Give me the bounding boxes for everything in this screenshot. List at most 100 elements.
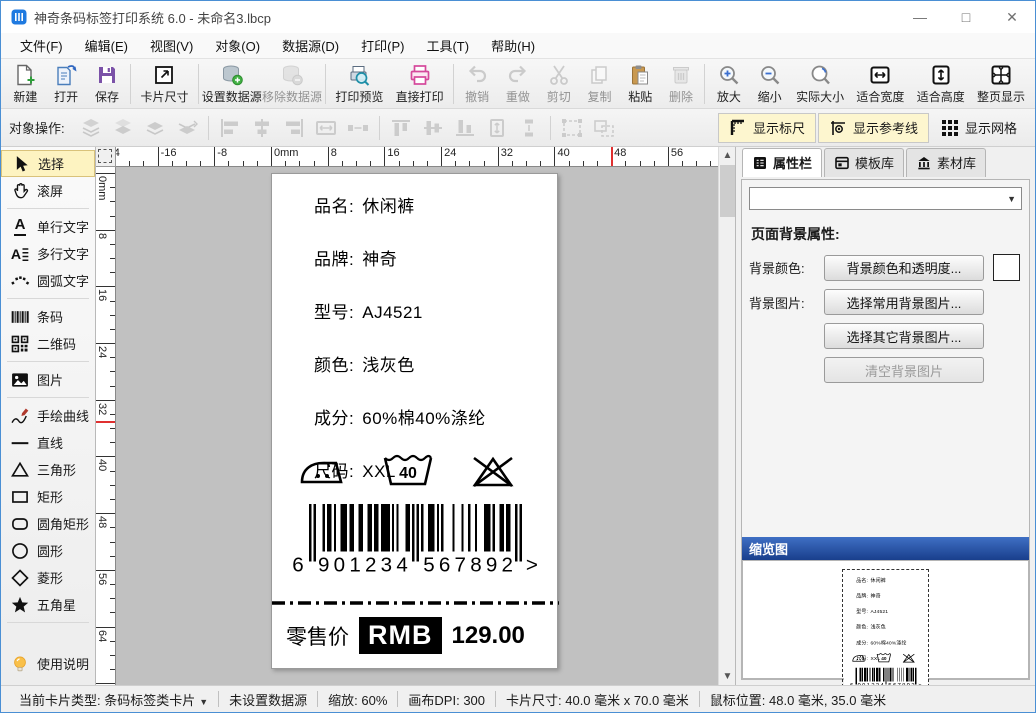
help-button[interactable]: 使用说明 <box>1 650 95 677</box>
scroll-down-arrow[interactable]: ▼ <box>719 668 735 685</box>
object-ops-label: 对象操作: <box>9 118 65 137</box>
scroll-up-arrow[interactable]: ▲ <box>719 147 735 164</box>
delete-button: 删除 <box>661 61 702 107</box>
paste-button[interactable]: 粘贴 <box>620 61 661 107</box>
tool-freehand-curve[interactable]: 手绘曲线 <box>1 402 95 429</box>
cursor-icon <box>11 154 31 174</box>
direct-print-button[interactable]: 直接打印 <box>389 61 449 107</box>
show-guides-toggle[interactable]: 显示参考线 <box>818 113 929 143</box>
tab-template-library[interactable]: 模板库 <box>824 148 904 177</box>
menu-print[interactable]: 打印(P) <box>350 33 415 58</box>
bg-color-label: 背景颜色: <box>749 258 824 277</box>
show-ruler-toggle[interactable]: 显示标尺 <box>718 113 816 143</box>
pen-curve-icon <box>10 406 30 426</box>
choose-other-bg-button[interactable]: 选择其它背景图片... <box>824 323 984 349</box>
label-field[interactable]: 成分:60%棉40%涤纶 <box>314 404 486 429</box>
no-bleach-icon <box>468 452 518 490</box>
label-field[interactable]: 型号:AJ4521 <box>314 298 486 323</box>
price-object[interactable]: 零售价 RMB 129.00 <box>286 617 525 654</box>
minimize-button[interactable]: — <box>897 1 943 33</box>
zoom-in-button[interactable]: 放大 <box>708 61 749 107</box>
svg-text:8: 8 <box>470 554 481 574</box>
choose-common-bg-button[interactable]: 选择常用背景图片... <box>824 289 984 315</box>
menu-help[interactable]: 帮助(H) <box>480 33 546 58</box>
save-button[interactable]: 保存 <box>87 61 128 107</box>
menu-view[interactable]: 视图(V) <box>139 33 204 58</box>
undo-icon <box>465 63 489 87</box>
new-document-icon <box>13 63 37 87</box>
maximize-button[interactable]: □ <box>943 1 989 33</box>
fit-width-button[interactable]: 适合宽度 <box>850 61 910 107</box>
align-left-icon <box>217 117 243 139</box>
menu-tools[interactable]: 工具(T) <box>415 33 480 58</box>
print-preview-button[interactable]: 打印预览 <box>329 61 389 107</box>
care-symbols[interactable]: 40 <box>298 452 518 490</box>
object-selector-combobox[interactable]: ▼ <box>749 187 1022 210</box>
scrollbar-thumb[interactable] <box>720 165 735 217</box>
menu-object[interactable]: 对象(O) <box>204 33 271 58</box>
show-grid-toggle[interactable]: 显示网格 <box>931 113 1027 143</box>
bring-to-front-icon <box>78 117 104 139</box>
tool-rectangle[interactable]: 矩形 <box>1 483 95 510</box>
card-size-button[interactable]: 卡片尺寸 <box>134 61 194 107</box>
ean13-barcode[interactable]: 6901234567892> <box>289 504 542 577</box>
label-field[interactable]: 颜色:浅灰色 <box>314 351 486 376</box>
label-field: 品牌:神奇 <box>856 592 906 599</box>
whole-page-icon <box>989 63 1013 87</box>
tool-triangle[interactable]: 三角形 <box>1 456 95 483</box>
iron-icon <box>298 452 348 490</box>
bg-image-label: 背景图片: <box>749 293 824 312</box>
save-floppy-icon <box>95 63 119 87</box>
align-top-icon <box>388 117 414 139</box>
tool-diamond[interactable]: 菱形 <box>1 564 95 591</box>
status-bar: 当前卡片类型: 条码标签类卡片▼ 未设置数据源 缩放: 60% 画布DPI: 3… <box>1 685 1035 712</box>
tool-star[interactable]: 五角星 <box>1 591 95 618</box>
tool-multi-line-text[interactable]: A 多行文字 <box>1 240 95 267</box>
send-to-back-icon <box>110 117 136 139</box>
label-field[interactable]: 品牌:神奇 <box>314 245 486 270</box>
bg-color-button[interactable]: 背景颜色和透明度... <box>824 255 984 281</box>
scissors-icon <box>547 63 571 87</box>
tool-barcode[interactable]: 条码 <box>1 303 95 330</box>
svg-text:3: 3 <box>381 554 392 574</box>
museum-icon <box>916 155 932 171</box>
tool-line[interactable]: 直线 <box>1 429 95 456</box>
label-design-card: 品名:休闲裤 品牌:神奇 型号:AJ4521 颜色:浅灰色 成分:60%棉40%… <box>271 173 558 669</box>
ungroup-icon <box>591 117 617 139</box>
tool-rounded-rectangle[interactable]: 圆角矩形 <box>1 510 95 537</box>
cut-button: 剪切 <box>538 61 579 107</box>
menu-file[interactable]: 文件(F) <box>9 33 74 58</box>
app-window: 神奇条码标签打印系统 6.0 - 未命名3.lbcp — □ ✕ 文件(F) 编… <box>0 0 1036 713</box>
open-document-icon <box>54 63 78 87</box>
tool-circle[interactable]: 圆形 <box>1 537 95 564</box>
tool-single-line-text[interactable]: A 单行文字 <box>1 213 95 240</box>
menu-edit[interactable]: 编辑(E) <box>74 33 139 58</box>
svg-text:7: 7 <box>455 554 466 574</box>
vertical-scrollbar[interactable]: ▲ ▼ <box>718 147 735 685</box>
vspace-equal-icon <box>516 117 542 139</box>
tab-material-library[interactable]: 素材库 <box>906 148 986 177</box>
tool-image[interactable]: 图片 <box>1 366 95 393</box>
open-button[interactable]: 打开 <box>46 61 87 107</box>
label-field: 颜色:浅灰色 <box>856 623 906 630</box>
fit-height-button[interactable]: 适合高度 <box>911 61 971 107</box>
chevron-down-icon: ▼ <box>199 697 208 707</box>
tool-select[interactable]: 选择 <box>1 150 95 177</box>
direct-print-icon <box>408 63 432 87</box>
tool-qrcode[interactable]: 二维码 <box>1 330 95 357</box>
whole-page-button[interactable]: 整页显示 <box>971 61 1031 107</box>
paste-icon <box>628 63 652 87</box>
tool-arc-text[interactable]: 圆弧文字 <box>1 267 95 294</box>
actual-size-button[interactable]: 实际大小 <box>790 61 850 107</box>
iron-icon <box>852 652 867 663</box>
menu-datasource[interactable]: 数据源(D) <box>271 33 350 58</box>
tab-properties[interactable]: 属性栏 <box>742 148 822 177</box>
tool-pan[interactable]: 滚屏 <box>1 177 95 204</box>
set-datasource-button[interactable]: 设置数据源 <box>202 61 262 107</box>
line-icon <box>10 433 30 453</box>
new-button[interactable]: 新建 <box>5 61 46 107</box>
label-field[interactable]: 品名:休闲裤 <box>314 192 486 217</box>
zoom-out-button[interactable]: 缩小 <box>749 61 790 107</box>
close-button[interactable]: ✕ <box>989 1 1035 33</box>
card-type-selector[interactable]: 当前卡片类型: 条码标签类卡片▼ <box>9 690 218 709</box>
